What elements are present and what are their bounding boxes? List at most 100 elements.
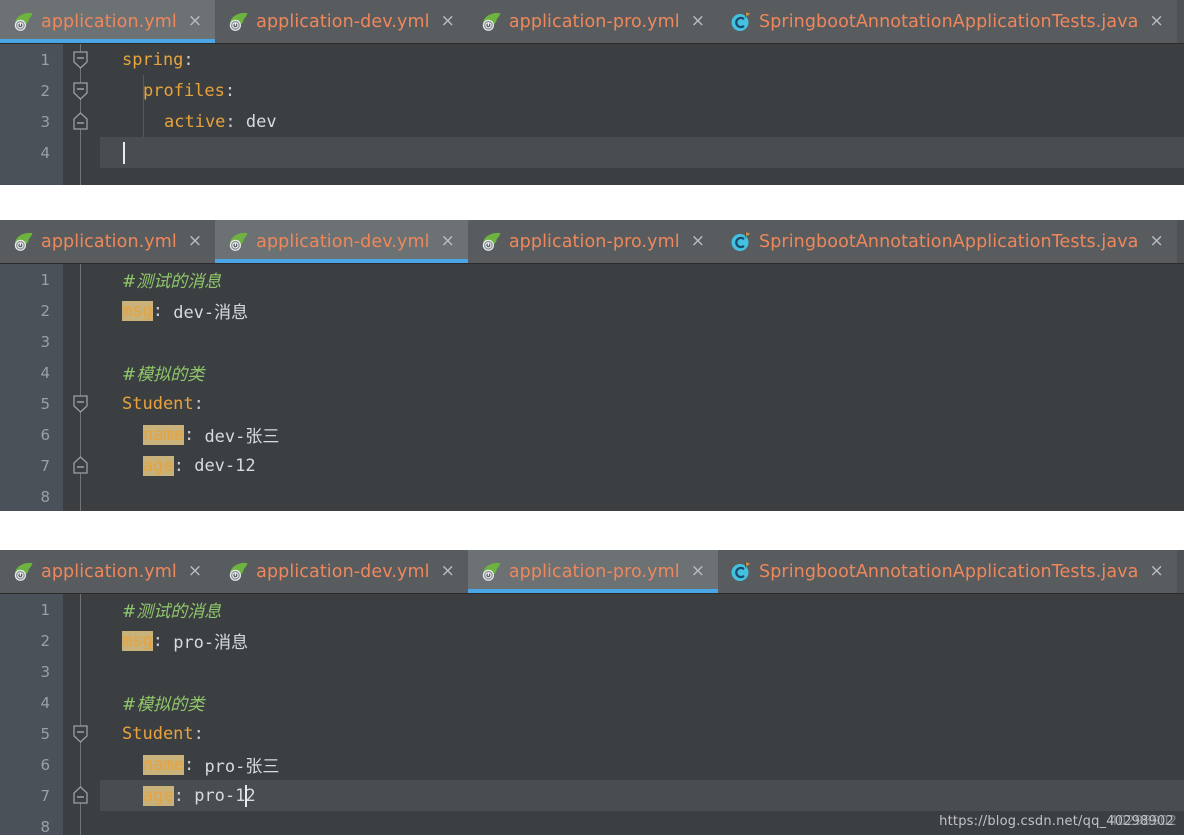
fold-marker-icon[interactable] (71, 723, 90, 744)
tab-close-icon[interactable]: × (441, 13, 455, 30)
code-line[interactable] (100, 481, 1184, 511)
tab-close-icon[interactable]: × (1150, 13, 1164, 30)
line-number: 6 (40, 426, 50, 444)
code-line[interactable]: msg: dev-消息 (100, 295, 1184, 326)
code-line[interactable]: name: dev-张三 (100, 419, 1184, 450)
code-line[interactable]: active: dev (100, 106, 1184, 137)
code-line[interactable]: age: dev-12 (100, 450, 1184, 481)
code-editor[interactable]: 1234 spring: profiles: active: dev (0, 44, 1184, 185)
code-token: : (193, 723, 204, 744)
editor-tab-3[interactable]: SpringbootAnnotationApplicationTests.jav… (717, 0, 1177, 43)
code-token: : (183, 754, 205, 775)
code-token: : (173, 785, 195, 806)
csdn-watermark: https://blog.csdn.net/qq_40298902 402989… (939, 814, 1177, 829)
code-fold-toggle[interactable] (71, 455, 90, 476)
code-editor[interactable]: 12345678 #测试的消息 msg: pro-消息 #模拟的类 Student: n… (0, 594, 1184, 835)
line-number: 1 (40, 271, 50, 289)
tab-close-icon[interactable]: × (691, 563, 705, 580)
fold-marker-icon[interactable] (71, 49, 90, 70)
editor-tab-1[interactable]: application-dev.yml × (215, 220, 468, 263)
fold-marker-icon[interactable] (71, 785, 90, 806)
spring-boot-leaf-icon (482, 232, 501, 251)
tab-close-icon[interactable]: × (691, 13, 705, 30)
line-number: 3 (40, 113, 50, 131)
code-token: : (193, 393, 204, 414)
editor-tab-bar: application.yml × application-dev.yml × … (0, 550, 1184, 594)
line-number: 3 (40, 663, 50, 681)
code-editor[interactable]: 12345678 #测试的消息 msg: dev-消息 #模拟的类 Student: n… (0, 264, 1184, 511)
code-token: : (152, 300, 174, 321)
code-fold-toggle[interactable] (71, 723, 90, 744)
code-line[interactable]: Student: (100, 718, 1184, 749)
code-line[interactable]: #模拟的类 (100, 357, 1184, 388)
code-line[interactable] (100, 656, 1184, 687)
editor-tab-2[interactable]: application-pro.yml × (467, 220, 718, 263)
code-line[interactable]: #测试的消息 (100, 594, 1184, 625)
code-line[interactable]: #模拟的类 (100, 687, 1184, 718)
code-fold-toggle[interactable] (71, 393, 90, 414)
editor-tab-0[interactable]: application.yml × (0, 550, 216, 593)
code-fold-toggle[interactable] (71, 80, 90, 101)
code-line[interactable] (100, 137, 1184, 168)
line-number: 5 (40, 725, 50, 743)
tab-label: application-dev.yml (256, 231, 430, 252)
code-line[interactable]: Student: (100, 388, 1184, 419)
spring-boot-leaf-icon (14, 232, 33, 251)
editor-tab-0[interactable]: application.yml × (0, 0, 216, 43)
code-area[interactable]: #测试的消息 msg: dev-消息 #模拟的类 Student: name: dev-… (100, 264, 1184, 511)
tab-close-icon[interactable]: × (188, 563, 202, 580)
tab-close-icon[interactable]: × (188, 233, 202, 250)
code-line[interactable]: name: pro-张三 (100, 749, 1184, 780)
fold-marker-icon[interactable] (71, 393, 90, 414)
editor-tab-1[interactable]: application-dev.yml × (215, 550, 468, 593)
tab-close-icon[interactable]: × (691, 233, 705, 250)
watermark-overlay: 40298902 (1109, 814, 1177, 829)
editor-gutter[interactable]: 1 2 3 4 (0, 44, 63, 185)
code-line[interactable] (100, 326, 1184, 357)
editor-tab-3[interactable]: SpringbootAnnotationApplicationTests.jav… (717, 550, 1177, 593)
spring-boot-leaf-icon (229, 12, 248, 31)
code-fold-toggle[interactable] (71, 785, 90, 806)
tab-label: application-pro.yml (508, 231, 680, 252)
tab-close-icon[interactable]: × (1150, 563, 1164, 580)
code-line[interactable]: spring: (100, 44, 1184, 75)
line-number: 4 (40, 144, 50, 162)
editor-tab-0[interactable]: application.yml × (0, 220, 216, 263)
fold-gutter[interactable] (63, 264, 100, 511)
editor-gutter[interactable]: 1 2 3 4 5 6 7 8 (0, 594, 63, 835)
code-token: spring (122, 49, 184, 70)
code-area[interactable]: #测试的消息 msg: pro-消息 #模拟的类 Student: name: pro-… (100, 594, 1184, 835)
spring-boot-leaf-icon (229, 562, 248, 581)
code-token: : (225, 111, 246, 132)
fold-marker-icon[interactable] (71, 455, 90, 476)
code-fold-toggle[interactable] (71, 49, 90, 70)
panel-application-pro-yml: application.yml × application-dev.yml × … (0, 550, 1184, 835)
java-test-class-icon (731, 12, 751, 31)
editor-tab-2[interactable]: application-pro.yml × (467, 0, 718, 43)
fold-marker-icon[interactable] (71, 111, 90, 132)
tab-close-icon[interactable]: × (1150, 233, 1164, 250)
fold-gutter[interactable] (63, 594, 100, 835)
tab-close-icon[interactable]: × (441, 563, 455, 580)
code-token: pro-消息 (173, 633, 249, 653)
tab-close-icon[interactable]: × (188, 13, 202, 30)
editor-tab-2[interactable]: application-pro.yml × (467, 550, 719, 593)
code-area[interactable]: spring: profiles: active: dev (100, 44, 1184, 185)
tab-bar-filler (1176, 550, 1184, 593)
editor-tab-3[interactable]: SpringbootAnnotationApplicationTests.jav… (717, 220, 1177, 263)
code-line[interactable]: #测试的消息 (100, 264, 1184, 295)
fold-marker-icon[interactable] (71, 80, 90, 101)
code-line[interactable]: msg: pro-消息 (100, 625, 1184, 656)
line-number: 2 (40, 82, 50, 100)
fold-gutter[interactable] (63, 44, 100, 185)
code-line[interactable]: profiles: (100, 75, 1184, 106)
code-token: age (143, 785, 174, 806)
tab-label: application.yml (41, 231, 177, 252)
code-line[interactable]: age: pro-12 (100, 780, 1184, 811)
code-fold-toggle[interactable] (71, 111, 90, 132)
line-number: 3 (40, 333, 50, 351)
editor-gutter[interactable]: 1 2 3 4 5 6 7 8 (0, 264, 63, 511)
tab-close-icon[interactable]: × (441, 233, 455, 250)
editor-tab-1[interactable]: application-dev.yml × (215, 0, 468, 43)
tab-label: application-dev.yml (256, 561, 430, 582)
